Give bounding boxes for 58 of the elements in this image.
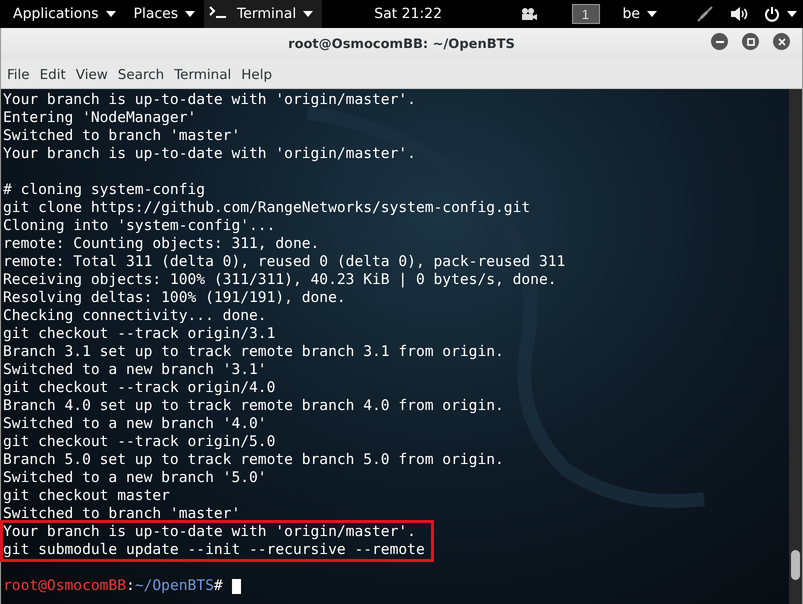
prompt-path: ~/OpenBTS <box>134 577 214 595</box>
caret-icon <box>787 11 797 17</box>
terminal-line: Switched to a new branch '5.0' <box>3 469 268 487</box>
window-title: root@OsmocomBB: ~/OpenBTS <box>288 37 515 52</box>
menu-item[interactable]: Terminal <box>169 64 236 84</box>
terminal-line: Checking connectivity... done. <box>3 307 268 325</box>
terminal-line: Your branch is up-to-date with 'origin/master'. <box>3 91 417 109</box>
terminal-line: Entering 'NodeManager' <box>3 109 198 127</box>
prompt-symbol: # <box>214 577 223 595</box>
caret-icon <box>106 11 116 17</box>
menu-item[interactable]: Search <box>112 64 170 84</box>
keyboard-layout-menu[interactable]: be <box>614 0 666 28</box>
top-menu[interactable]: Applications <box>4 0 125 28</box>
menu-item[interactable]: View <box>70 64 113 84</box>
terminal-line: remote: Counting objects: 311, done. <box>3 235 320 253</box>
minimize-button[interactable] <box>711 33 728 50</box>
terminal-line: Cloning into 'system-config'... <box>3 217 276 235</box>
terminal-line: Switched to branch 'master' <box>3 127 242 145</box>
terminal-line: remote: Total 311 (delta 0), reused 0 (delta 0), pack-reused 311 <box>3 253 566 271</box>
prompt-separator: : <box>126 577 135 595</box>
terminal-line: Resolving deltas: 100% (191/191), done. <box>3 289 347 307</box>
terminal-line: # cloning system-config <box>3 181 206 199</box>
volume-icon[interactable] <box>730 6 750 22</box>
terminal-line: Your branch is up-to-date with 'origin/master'. <box>3 145 417 163</box>
cursor <box>232 579 241 594</box>
caret-icon <box>185 11 196 17</box>
terminal-line: Branch 3.1 set up to track remote branch 3.1 from origin. <box>3 343 505 361</box>
menu-item[interactable]: File <box>2 64 35 84</box>
terminal-line: git submodule update --init --recursive --remote <box>3 541 425 559</box>
terminal-line: Receiving objects: 100% (311/311), 40.23 KiB | 0 bytes/s, done. <box>3 271 558 289</box>
network-off-icon[interactable] <box>696 5 714 23</box>
terminal-line: Switched to a new branch '4.0' <box>3 415 268 433</box>
video-camera-icon[interactable] <box>520 7 538 21</box>
menu-item[interactable]: Help <box>236 64 278 84</box>
app-menu[interactable]: Terminal <box>204 0 322 28</box>
clock[interactable]: Sat 21:22 <box>374 6 442 22</box>
terminal-line: Branch 5.0 set up to track remote branch 5.0 from origin. <box>3 451 505 469</box>
maximize-icon <box>746 38 754 46</box>
terminal-line: git checkout --track origin/3.1 <box>3 325 276 343</box>
menu-item[interactable]: Edit <box>34 64 71 84</box>
caret-icon <box>647 11 657 17</box>
terminal-line: git checkout --track origin/5.0 <box>3 433 276 451</box>
terminal-line: Your branch is up-to-date with 'origin/master'. <box>3 523 417 541</box>
workspace-indicator[interactable]: 1 <box>572 4 600 24</box>
maximize-button[interactable] <box>742 33 759 50</box>
power-icon <box>764 6 780 22</box>
close-icon <box>778 38 786 46</box>
top-menu[interactable]: Places <box>124 0 204 28</box>
terminal-line: Switched to a new branch '3.1' <box>3 361 268 379</box>
terminal-line: git clone https://github.com/RangeNetworks/system-config.git <box>3 199 532 217</box>
close-button[interactable] <box>773 33 790 50</box>
scrollbar[interactable] <box>789 89 802 604</box>
terminal-line: Branch 4.0 set up to track remote branch 4.0 from origin. <box>3 397 505 415</box>
prompt-user-host: root@OsmocomBB <box>3 577 126 595</box>
terminal-line: Switched to branch 'master' <box>3 505 242 523</box>
terminal-line: git checkout --track origin/4.0 <box>3 379 276 397</box>
terminal-line: git checkout master <box>3 487 171 505</box>
caret-icon <box>303 11 314 17</box>
